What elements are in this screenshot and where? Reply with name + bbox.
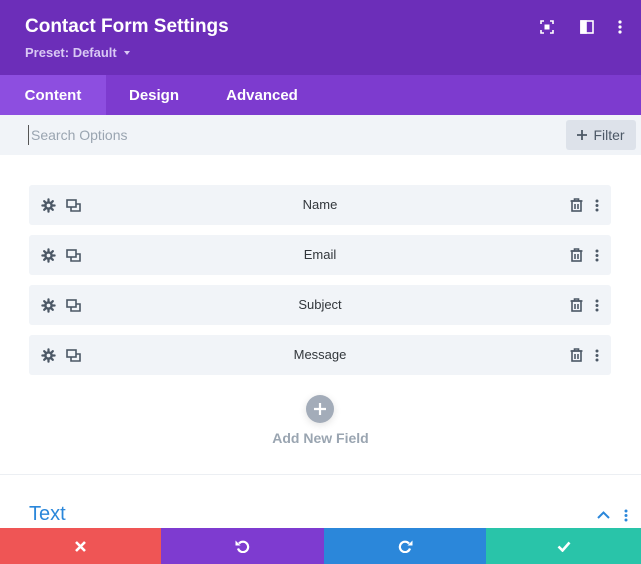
redo-button[interactable] — [324, 528, 486, 564]
modal-header: Contact Form Settings Preset: Default — [0, 0, 641, 75]
plus-icon — [577, 130, 588, 140]
plus-icon — [314, 403, 326, 415]
more-vertical-icon[interactable] — [611, 18, 629, 36]
filter-button[interactable]: Filter — [566, 120, 636, 150]
preset-label: Preset: Default — [25, 45, 117, 60]
more-vertical-icon[interactable] — [589, 347, 605, 363]
tab-content[interactable]: Content — [0, 75, 106, 115]
chevron-up-icon[interactable] — [596, 508, 610, 522]
more-vertical-icon[interactable] — [619, 508, 633, 522]
field-row-name[interactable]: Name — [29, 185, 611, 225]
trash-icon[interactable] — [568, 297, 584, 313]
add-field-label[interactable]: Add New Field — [0, 430, 641, 446]
sidebar-toggle-icon[interactable] — [578, 18, 596, 36]
redo-icon — [398, 540, 412, 553]
field-row-email[interactable]: Email — [29, 235, 611, 275]
field-label: Email — [303, 247, 337, 262]
cancel-button[interactable] — [0, 528, 161, 564]
trash-icon[interactable] — [568, 197, 584, 213]
caret-down-icon — [123, 50, 130, 55]
tab-advanced[interactable]: Advanced — [202, 75, 322, 115]
save-button[interactable] — [486, 528, 641, 564]
field-row-subject[interactable]: Subject — [29, 285, 611, 325]
field-label: Message — [293, 347, 347, 362]
section-divider — [0, 474, 641, 475]
tab-bar: Content Design Advanced — [0, 75, 641, 115]
search-bar — [0, 115, 641, 155]
preset-selector[interactable]: Preset: Default — [25, 45, 130, 60]
more-vertical-icon[interactable] — [589, 197, 605, 213]
undo-button[interactable] — [161, 528, 324, 564]
section-title-text[interactable]: Text — [29, 503, 66, 526]
field-row-message[interactable]: Message — [29, 335, 611, 375]
search-input[interactable] — [28, 125, 528, 145]
footer-action-bar — [0, 528, 641, 564]
trash-icon[interactable] — [568, 347, 584, 363]
check-icon — [557, 541, 570, 552]
filter-label: Filter — [593, 127, 625, 143]
undo-icon — [235, 540, 250, 553]
modal-title: Contact Form Settings — [25, 16, 229, 37]
field-label: Name — [302, 197, 338, 212]
more-vertical-icon[interactable] — [589, 247, 605, 263]
expand-icon[interactable] — [538, 18, 556, 36]
more-vertical-icon[interactable] — [589, 297, 605, 313]
trash-icon[interactable] — [568, 247, 584, 263]
add-field-button[interactable] — [306, 395, 334, 423]
field-label: Subject — [298, 297, 342, 312]
close-icon — [75, 540, 86, 552]
tab-design[interactable]: Design — [106, 75, 202, 115]
